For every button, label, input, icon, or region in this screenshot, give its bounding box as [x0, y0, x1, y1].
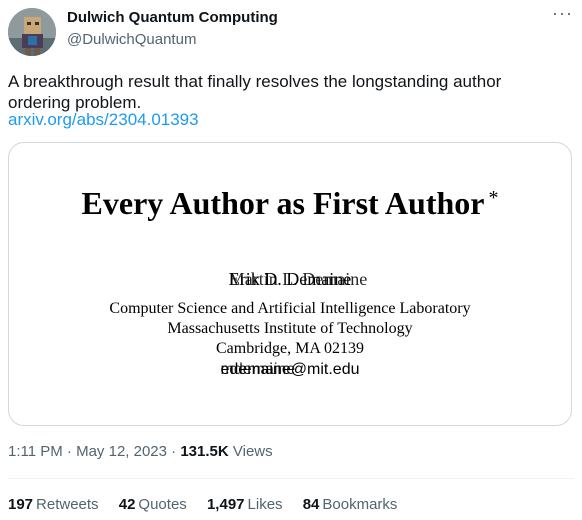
bookmarks-label: Bookmarks [322, 496, 398, 513]
divider [8, 478, 574, 479]
likes-stat[interactable]: 1,497 Likes [207, 496, 283, 513]
paper-email: edemaine mdemaine @mit.edu [9, 361, 571, 379]
retweets-stat[interactable]: 197 Retweets [8, 496, 99, 513]
avatar[interactable] [8, 8, 56, 56]
tweet-date: May 12, 2023 [76, 443, 167, 460]
paper-affiliation-lab: Computer Science and Artificial Intellig… [109, 300, 471, 317]
author-name[interactable]: Dulwich Quantum Computing [67, 9, 278, 26]
retweets-count: 197 [8, 496, 34, 513]
tweet-timestamp[interactable]: 1:11 PM · May 12, 2023 · 131.5K Views [8, 443, 273, 460]
author-handle[interactable]: @DulwichQuantum [67, 31, 196, 48]
bookmarks-stat[interactable]: 84 Bookmarks [303, 496, 398, 513]
tweet-link[interactable]: arxiv.org/abs/2304.01393 [8, 110, 199, 130]
paper-title-footnote-mark: * [488, 187, 499, 209]
bookmarks-count: 84 [302, 496, 320, 513]
tweet-text: A breakthrough result that finally resol… [8, 72, 502, 112]
tweet-time: 1:11 PM [8, 443, 63, 460]
quotes-stat[interactable]: 42 Quotes [119, 496, 187, 513]
views-count: 131.5K [180, 443, 229, 460]
timestamp-separator: · [66, 443, 77, 460]
paper-email-user-martin: mdemaine [220, 361, 296, 378]
views-label: Views [232, 443, 273, 460]
timestamp-separator: · [171, 443, 181, 460]
quotes-label: Quotes [138, 496, 187, 513]
paper-title: Every Author as First Author * [9, 185, 571, 222]
paper-author-martin: Martin L. Demaine [228, 269, 368, 289]
paper-affiliation-institute: Massachusetts Institute of Technology [167, 320, 413, 337]
paper-email-domain: @mit.edu [290, 361, 360, 378]
paper-title-text: Every Author as First Author [81, 185, 485, 221]
likes-count: 1,497 [206, 496, 245, 513]
paper-authors: Erik D. Demaine Martin L. Demaine [9, 269, 571, 290]
retweets-label: Retweets [36, 496, 99, 513]
paper-affiliation-address: Cambridge, MA 02139 [216, 340, 364, 357]
more-options-icon[interactable]: ··· [552, 4, 573, 22]
likes-label: Likes [247, 496, 283, 513]
quotes-count: 42 [118, 496, 136, 513]
tweet-media-image[interactable]: Every Author as First Author * Erik D. De… [8, 142, 572, 426]
tweet-stats: 197 Retweets 42 Quotes 1,497 Likes 84 Bookma… [8, 496, 413, 513]
avatar-image [8, 8, 56, 56]
